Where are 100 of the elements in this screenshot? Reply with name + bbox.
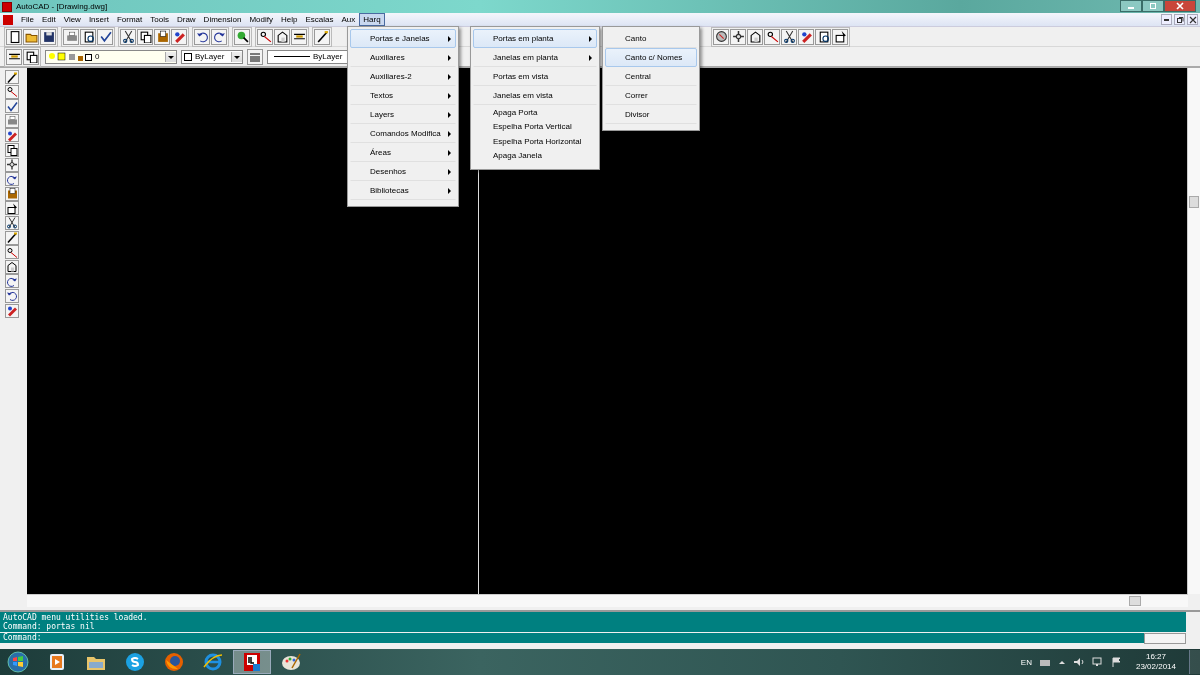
toolbar-button[interactable] bbox=[40, 28, 56, 45]
tool-icon bbox=[138, 30, 152, 43]
toolbar-button[interactable] bbox=[23, 48, 39, 65]
menu-item[interactable]: Portas em vista bbox=[473, 67, 597, 86]
menu-item[interactable]: File bbox=[17, 13, 38, 26]
tool-icon bbox=[6, 231, 18, 245]
toolbar-button[interactable] bbox=[713, 28, 729, 45]
language-indicator[interactable]: EN bbox=[1020, 657, 1032, 667]
toolbar-button[interactable] bbox=[80, 28, 96, 45]
toolbar-button[interactable] bbox=[5, 70, 19, 84]
menu-item[interactable]: Áreas bbox=[350, 143, 456, 162]
command-prompt[interactable]: Command: bbox=[0, 633, 1144, 643]
speaker-icon[interactable] bbox=[1072, 657, 1085, 667]
toolbar-button[interactable] bbox=[97, 28, 113, 45]
menu-item[interactable]: View bbox=[59, 13, 85, 26]
menu-item[interactable]: Auxiliares-2 bbox=[350, 67, 456, 86]
taskbar-button[interactable] bbox=[233, 650, 271, 674]
toolbar-button[interactable] bbox=[5, 84, 19, 99]
close-button[interactable] bbox=[1164, 0, 1196, 12]
keyboard-icon[interactable] bbox=[1038, 657, 1051, 667]
toolbar-button[interactable] bbox=[832, 28, 848, 45]
menu-item[interactable]: Draw bbox=[172, 13, 200, 26]
minimize-button[interactable] bbox=[1120, 0, 1142, 12]
toolbar-button[interactable] bbox=[274, 28, 290, 45]
menu-item[interactable]: Format bbox=[112, 13, 147, 26]
toolbar-button[interactable] bbox=[5, 215, 19, 230]
layer-dropdown[interactable]: 0 bbox=[45, 49, 177, 64]
toolbar-button[interactable] bbox=[5, 201, 19, 216]
scrollbar[interactable] bbox=[27, 594, 1188, 607]
toolbar-button[interactable] bbox=[5, 259, 19, 274]
toolbar-button[interactable] bbox=[5, 186, 19, 201]
network-icon[interactable] bbox=[1091, 657, 1104, 667]
menu-item[interactable]: Comandos Modifica bbox=[350, 124, 456, 143]
menu-item[interactable]: Correr bbox=[605, 86, 698, 105]
toolbar-button[interactable] bbox=[6, 28, 22, 45]
close-icon bbox=[1188, 15, 1197, 24]
menu-item[interactable]: Apaga Janela bbox=[473, 148, 597, 163]
menu-item[interactable]: Textos bbox=[350, 86, 456, 105]
menu-item[interactable]: Layers bbox=[350, 105, 456, 124]
toolbar-button[interactable] bbox=[5, 157, 19, 172]
restore-button[interactable] bbox=[1174, 14, 1185, 25]
tool-icon bbox=[748, 30, 762, 43]
toolbar-button[interactable] bbox=[171, 28, 187, 45]
clock[interactable]: 16:27 23/02/2014 bbox=[1135, 652, 1176, 672]
menu-item[interactable]: Modify bbox=[245, 13, 277, 26]
color-dropdown[interactable]: ByLayer bbox=[181, 49, 243, 64]
toolbar-button[interactable] bbox=[5, 99, 19, 114]
toolbar-button[interactable] bbox=[6, 48, 22, 65]
menu-item[interactable]: Aux bbox=[337, 13, 360, 26]
menu-item[interactable]: Desenhos bbox=[350, 162, 456, 181]
toolbar-button[interactable] bbox=[781, 28, 797, 45]
toolbar-button[interactable] bbox=[815, 28, 831, 45]
menu-item[interactable]: Help bbox=[276, 13, 302, 26]
menu-item[interactable]: Harq bbox=[359, 13, 385, 26]
menu-item[interactable]: Insert bbox=[84, 13, 113, 26]
scrollbar[interactable] bbox=[1144, 633, 1186, 644]
toolbar-button[interactable] bbox=[5, 172, 19, 187]
toolbar-button[interactable] bbox=[5, 142, 19, 157]
menu-item[interactable]: Tools bbox=[146, 13, 173, 26]
toolbar-button[interactable] bbox=[120, 28, 136, 45]
menu-item[interactable]: Portas em planta bbox=[473, 29, 597, 48]
toolbar-button[interactable] bbox=[5, 303, 19, 318]
toolbar-button[interactable] bbox=[257, 28, 273, 45]
toolbar-button[interactable] bbox=[194, 28, 210, 45]
menu-item[interactable]: Janelas em planta bbox=[473, 48, 597, 67]
toolbar-button[interactable] bbox=[5, 288, 19, 303]
toolbar-button[interactable] bbox=[211, 28, 227, 45]
menu-item[interactable]: Auxiliares bbox=[350, 48, 456, 67]
menu-item[interactable]: Dimension bbox=[199, 13, 246, 26]
start-button[interactable] bbox=[4, 649, 32, 675]
flag-icon[interactable] bbox=[1110, 657, 1123, 667]
tool-icon bbox=[6, 187, 18, 201]
toolbar-button[interactable] bbox=[5, 128, 19, 143]
scrollbar[interactable] bbox=[1187, 68, 1200, 594]
menu-item[interactable]: Canto c/ Nomes bbox=[605, 48, 698, 67]
tool-icon bbox=[765, 30, 779, 43]
menu-item[interactable]: Apaga Porta bbox=[473, 105, 597, 120]
menu-item[interactable]: Espelha Porta Horizontal bbox=[473, 134, 597, 149]
toolbar-button[interactable] bbox=[5, 245, 19, 260]
toolbar-button[interactable] bbox=[5, 274, 19, 289]
minimize-button[interactable] bbox=[1161, 14, 1172, 25]
toolbar-button[interactable] bbox=[764, 28, 780, 45]
menu-item[interactable]: Edit bbox=[37, 13, 60, 26]
menu-item[interactable]: Central bbox=[605, 67, 698, 86]
menu-item[interactable]: Espelha Porta Vertical bbox=[473, 119, 597, 134]
menu-item[interactable]: Bibliotecas bbox=[350, 181, 456, 200]
menu-item[interactable]: Janelas em vista bbox=[473, 86, 597, 105]
toolbar-icon bbox=[249, 50, 261, 63]
toolbar-button[interactable] bbox=[137, 28, 153, 45]
menu-item[interactable]: Divisor bbox=[605, 105, 698, 124]
toolbar-button[interactable] bbox=[154, 28, 170, 45]
toolbar-button[interactable] bbox=[291, 28, 307, 45]
toolbar-button[interactable] bbox=[730, 28, 746, 45]
close-button[interactable] bbox=[1187, 14, 1198, 25]
maximize-button[interactable] bbox=[1142, 0, 1164, 12]
menu-item[interactable]: Portas e Janelas bbox=[350, 29, 456, 48]
toolbar-button[interactable] bbox=[798, 28, 814, 45]
toolbar-button[interactable] bbox=[5, 230, 19, 245]
menu-item[interactable]: Escalas bbox=[301, 13, 338, 26]
toolbar-button[interactable] bbox=[747, 28, 763, 45]
